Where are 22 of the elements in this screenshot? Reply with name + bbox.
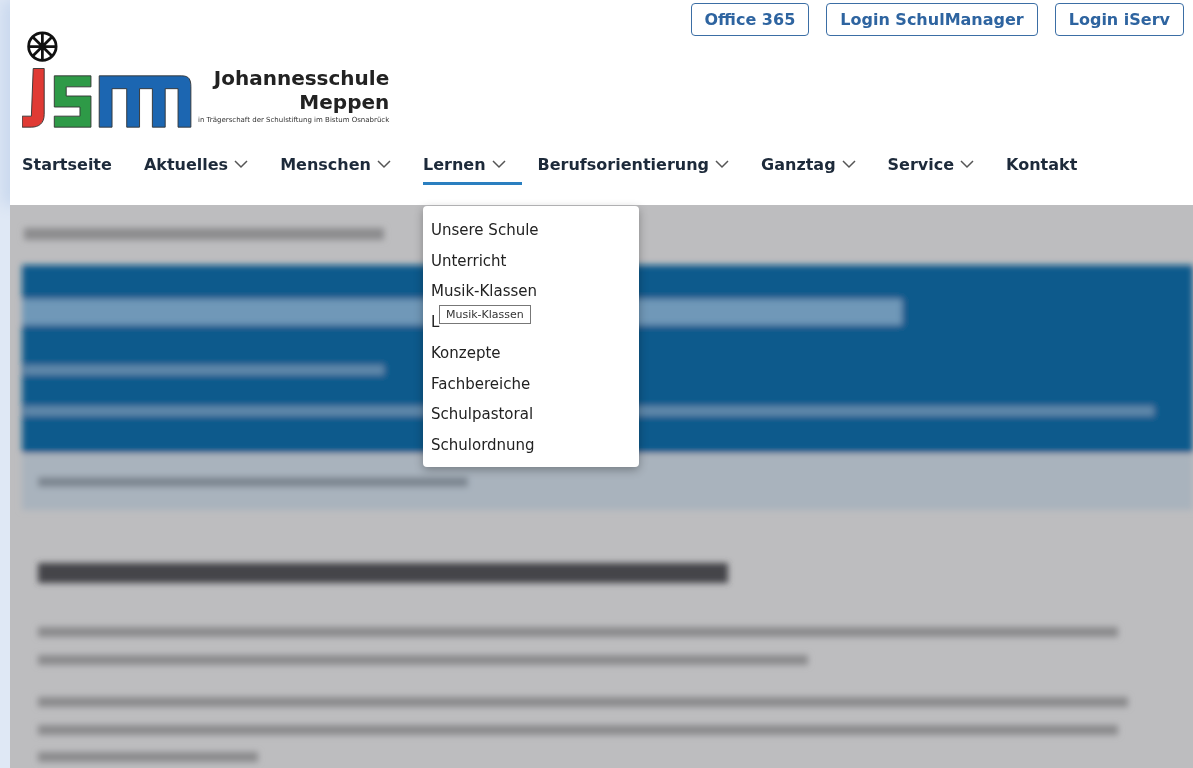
menu-item[interactable]: Unsere Schule xyxy=(423,215,547,246)
nav-item[interactable]: Aktuelles xyxy=(143,147,265,185)
nav-item[interactable]: Menschen xyxy=(280,147,407,185)
tooltip: Musik-Klassen xyxy=(439,305,531,324)
menu-item[interactable]: Schulordnung xyxy=(423,429,543,461)
menu-item[interactable]: Schulpastoral xyxy=(423,399,542,430)
header-link-button[interactable]: Office 365 xyxy=(690,3,810,36)
header-link-button[interactable]: Login iServ xyxy=(1054,3,1184,36)
menu-item[interactable]: Fachbereiche xyxy=(423,368,539,400)
logo-icon xyxy=(22,30,192,129)
menu-item[interactable]: Unterricht xyxy=(423,245,515,277)
menu-item[interactable]: Konzepte xyxy=(423,337,509,369)
school-name: Meppen xyxy=(299,90,390,114)
nav-item[interactable]: Berufsorientierung xyxy=(537,147,746,185)
header-link-button[interactable]: Login SchulManager xyxy=(826,3,1038,36)
nav-item[interactable]: Startseite xyxy=(22,147,128,185)
school-name: Johannesschule xyxy=(213,66,390,90)
nav-item[interactable]: Service xyxy=(887,147,991,185)
nav-item[interactable]: Kontakt xyxy=(1006,147,1094,185)
nav-item[interactable]: Lernen xyxy=(422,147,522,185)
nav-item[interactable]: Ganztag xyxy=(761,147,872,185)
menu-item[interactable]: Musik-Klassen xyxy=(423,276,546,308)
